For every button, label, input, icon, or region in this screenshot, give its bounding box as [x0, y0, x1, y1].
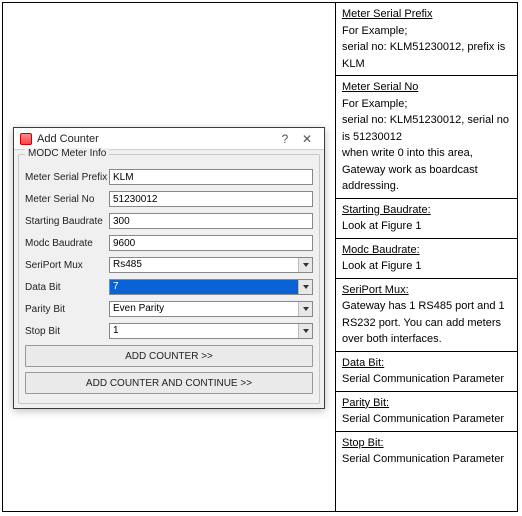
help-text: when write 0 into this area, Gateway wor…: [342, 147, 478, 192]
help-button[interactable]: ?: [274, 132, 296, 146]
label-modcbaud: Modc Baudrate: [25, 238, 109, 249]
row-serial: Meter Serial No: [25, 191, 313, 207]
chevron-down-icon: [298, 280, 312, 294]
help-title: Modc Baudrate:: [342, 244, 420, 256]
chevron-down-icon: [298, 258, 312, 272]
row-prefix: Meter Serial Prefix: [25, 169, 313, 185]
label-serial: Meter Serial No: [25, 194, 109, 205]
label-prefix: Meter Serial Prefix: [25, 172, 109, 183]
chevron-down-icon: [298, 324, 312, 338]
combo-databit-value: 7: [110, 280, 298, 294]
help-title: Starting Baudrate:: [342, 204, 431, 216]
help-parity: Parity Bit: Serial Communication Paramet…: [336, 392, 517, 432]
help-stopbit: Stop Bit: Serial Communication Parameter: [336, 432, 517, 471]
help-serial: Meter Serial No For Example; serial no: …: [336, 76, 517, 199]
row-startbaud: Starting Baudrate: [25, 213, 313, 229]
help-text: For Example;: [342, 98, 407, 110]
help-text: Look at Figure 1: [342, 220, 422, 232]
help-title: SeriPort Mux:: [342, 284, 409, 296]
group-legend: MODC Meter Info: [25, 148, 109, 159]
combo-seriport[interactable]: Rs485: [109, 257, 313, 273]
label-stopbit: Stop Bit: [25, 326, 109, 337]
combo-parity[interactable]: Even Parity: [109, 301, 313, 317]
input-prefix[interactable]: [109, 169, 313, 185]
window-title: Add Counter: [37, 133, 274, 145]
input-modcbaud[interactable]: [109, 235, 313, 251]
help-text: Serial Communication Parameter: [342, 453, 504, 465]
label-startbaud: Starting Baudrate: [25, 216, 109, 227]
row-parity: Parity Bit Even Parity: [25, 301, 313, 317]
help-title: Parity Bit:: [342, 397, 389, 409]
add-counter-dialog: Add Counter ? ✕ MODC Meter Info Meter Se…: [13, 127, 325, 409]
help-title: Stop Bit:: [342, 437, 384, 449]
combo-seriport-value: Rs485: [110, 258, 298, 272]
help-text: Serial Communication Parameter: [342, 413, 504, 425]
help-text: Look at Figure 1: [342, 260, 422, 272]
modc-meter-info-group: MODC Meter Info Meter Serial Prefix Mete…: [18, 154, 320, 404]
help-title: Meter Serial Prefix: [342, 8, 432, 20]
help-column: Meter Serial Prefix For Example; serial …: [336, 3, 517, 511]
help-text: For Example;: [342, 25, 407, 37]
app-icon: [20, 133, 32, 145]
titlebar: Add Counter ? ✕: [14, 128, 324, 150]
row-seriport: SeriPort Mux Rs485: [25, 257, 313, 273]
combo-databit[interactable]: 7: [109, 279, 313, 295]
combo-stopbit[interactable]: 1: [109, 323, 313, 339]
chevron-down-icon: [298, 302, 312, 316]
label-parity: Parity Bit: [25, 304, 109, 315]
label-seriport: SeriPort Mux: [25, 260, 109, 271]
help-text: serial no: KLM51230012, prefix is KLM: [342, 41, 505, 70]
label-databit: Data Bit: [25, 282, 109, 293]
help-text: serial no: KLM51230012, serial no is 512…: [342, 114, 509, 143]
help-seriport: SeriPort Mux: Gateway has 1 RS485 port a…: [336, 279, 517, 352]
row-stopbit: Stop Bit 1: [25, 323, 313, 339]
help-modcbaud: Modc Baudrate: Look at Figure 1: [336, 239, 517, 279]
screenshot-cell: Add Counter ? ✕ MODC Meter Info Meter Se…: [3, 3, 336, 511]
combo-parity-value: Even Parity: [110, 302, 298, 316]
input-startbaud[interactable]: [109, 213, 313, 229]
help-title: Data Bit:: [342, 357, 384, 369]
input-serial[interactable]: [109, 191, 313, 207]
layout-table: Add Counter ? ✕ MODC Meter Info Meter Se…: [2, 2, 518, 512]
help-databit: Data Bit: Serial Communication Parameter: [336, 352, 517, 392]
help-title: Meter Serial No: [342, 81, 418, 93]
row-modcbaud: Modc Baudrate: [25, 235, 313, 251]
help-text: Gateway has 1 RS485 port and 1 RS232 por…: [342, 300, 505, 345]
add-counter-continue-button[interactable]: ADD COUNTER AND CONTINUE >>: [25, 372, 313, 394]
row-databit: Data Bit 7: [25, 279, 313, 295]
help-prefix: Meter Serial Prefix For Example; serial …: [336, 3, 517, 76]
add-counter-button[interactable]: ADD COUNTER >>: [25, 345, 313, 367]
help-startbaud: Starting Baudrate: Look at Figure 1: [336, 199, 517, 239]
combo-stopbit-value: 1: [110, 324, 298, 338]
close-button[interactable]: ✕: [296, 132, 318, 146]
help-text: Serial Communication Parameter: [342, 373, 504, 385]
